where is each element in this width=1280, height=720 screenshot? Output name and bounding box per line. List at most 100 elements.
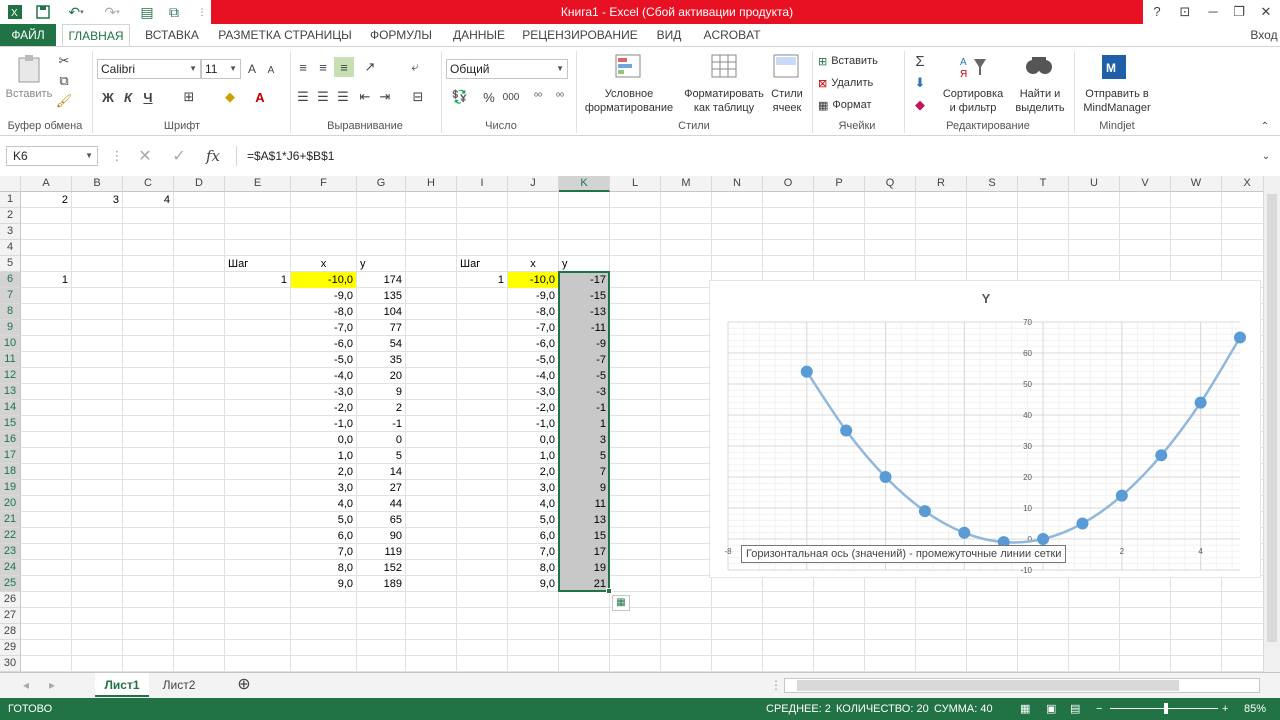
row-header-28[interactable]: 28 <box>0 624 21 640</box>
vertical-scrollbar[interactable] <box>1263 176 1280 672</box>
tab-insert[interactable]: ВСТАВКА <box>138 24 206 46</box>
cell-g6[interactable]: 174 <box>357 272 405 288</box>
scatter-chart[interactable]: Y 70 60 50 40 30 20 10 0 -10 -8 2 4 <box>709 280 1261 578</box>
row-header-4[interactable]: 4 <box>0 240 21 256</box>
paste-icon[interactable] <box>14 53 46 85</box>
cell-f9[interactable]: -7,0 <box>291 320 356 336</box>
column-header-o[interactable]: O <box>763 176 814 192</box>
fill-icon[interactable]: ⬇ <box>910 75 930 91</box>
row-header-24[interactable]: 24 <box>0 560 21 576</box>
cell-a1[interactable]: 2 <box>21 192 71 208</box>
ribbon-display-icon[interactable]: ⊡ <box>1171 0 1199 24</box>
normal-view-icon[interactable]: ▦ <box>1020 698 1030 720</box>
cell-g8[interactable]: 104 <box>357 304 405 320</box>
cell-styles-button[interactable]: Стили ячеек <box>764 87 810 115</box>
name-box[interactable]: K6 ▼ <box>6 146 98 166</box>
font-name-combo[interactable]: Calibri ▼ <box>97 59 201 79</box>
format-as-table-button[interactable]: Форматировать как таблицу <box>684 87 764 115</box>
customize-qat-icon[interactable]: ⋮ <box>196 3 208 21</box>
expand-formula-icon[interactable]: ⌄ <box>1258 148 1274 164</box>
row-header-25[interactable]: 25 <box>0 576 21 592</box>
send-to-mindmanager-button[interactable]: Отправить в MindManager <box>1076 87 1158 115</box>
row-header-19[interactable]: 19 <box>0 480 21 496</box>
cell-g17[interactable]: 5 <box>357 448 405 464</box>
cell-f19[interactable]: 3,0 <box>291 480 356 496</box>
row-header-17[interactable]: 17 <box>0 448 21 464</box>
cell-j13[interactable]: -3,0 <box>508 384 558 400</box>
insert-cells-button[interactable]: ⊞ Вставить <box>818 53 900 69</box>
grow-font-button[interactable]: A <box>244 61 260 77</box>
tab-data[interactable]: ДАННЫЕ <box>446 24 512 46</box>
row-header-13[interactable]: 13 <box>0 384 21 400</box>
column-header-v[interactable]: V <box>1120 176 1171 192</box>
row-header-18[interactable]: 18 <box>0 464 21 480</box>
orientation-icon[interactable]: ↗ <box>358 59 382 75</box>
cell-styles-icon[interactable] <box>772 53 802 81</box>
cell-g25[interactable]: 189 <box>357 576 405 592</box>
cell-g14[interactable]: 2 <box>357 400 405 416</box>
column-header-w[interactable]: W <box>1171 176 1222 192</box>
row-header-23[interactable]: 23 <box>0 544 21 560</box>
row-header-2[interactable]: 2 <box>0 208 21 224</box>
tab-file[interactable]: ФАЙЛ <box>0 24 56 46</box>
cell-f11[interactable]: -5,0 <box>291 352 356 368</box>
save-icon[interactable] <box>34 3 52 21</box>
cell-c1[interactable]: 4 <box>123 192 173 208</box>
fill-color-icon[interactable]: ◆ <box>220 89 240 105</box>
row-header-16[interactable]: 16 <box>0 432 21 448</box>
select-all-corner[interactable] <box>0 176 21 192</box>
cell-f21[interactable]: 5,0 <box>291 512 356 528</box>
italic-button[interactable]: К <box>120 89 136 105</box>
cell-f12[interactable]: -4,0 <box>291 368 356 384</box>
borders-icon[interactable]: ⊞ <box>178 89 200 105</box>
new-sheet-icon[interactable]: ⊕ <box>232 673 256 697</box>
sort-filter-button[interactable]: Сортировка и фильтр <box>940 87 1006 115</box>
cancel-icon[interactable]: ✕ <box>134 148 156 165</box>
cell-f5[interactable]: x <box>291 256 356 272</box>
cell-g16[interactable]: 0 <box>357 432 405 448</box>
cell-f23[interactable]: 7,0 <box>291 544 356 560</box>
align-bottom-icon[interactable]: ≡ <box>334 57 354 77</box>
tab-home[interactable]: ГЛАВНАЯ <box>62 24 130 46</box>
column-header-i[interactable]: I <box>457 176 508 192</box>
row-header-9[interactable]: 9 <box>0 320 21 336</box>
row-header-11[interactable]: 11 <box>0 352 21 368</box>
column-header-b[interactable]: B <box>72 176 123 192</box>
cell-j22[interactable]: 6,0 <box>508 528 558 544</box>
cell-i6[interactable]: 1 <box>457 272 507 288</box>
row-header-5[interactable]: 5 <box>0 256 21 272</box>
cell-g10[interactable]: 54 <box>357 336 405 352</box>
cut-icon[interactable]: ✂ <box>56 53 72 69</box>
cell-f16[interactable]: 0,0 <box>291 432 356 448</box>
format-as-table-icon[interactable] <box>710 53 740 81</box>
column-header-d[interactable]: D <box>174 176 225 192</box>
cell-f8[interactable]: -8,0 <box>291 304 356 320</box>
cell-g19[interactable]: 27 <box>357 480 405 496</box>
cell-f17[interactable]: 1,0 <box>291 448 356 464</box>
cell-j6[interactable]: -10,0 <box>508 272 558 288</box>
redo-icon[interactable]: ↷ ▾ <box>98 3 126 21</box>
copy-icon[interactable]: ⧉ <box>56 73 72 89</box>
decrease-indent-icon[interactable]: ⇤ <box>356 89 374 105</box>
cell-g21[interactable]: 65 <box>357 512 405 528</box>
cell-g12[interactable]: 20 <box>357 368 405 384</box>
tab-review[interactable]: РЕЦЕНЗИРОВАНИЕ <box>520 24 640 46</box>
close-button[interactable]: ✕ <box>1252 0 1280 24</box>
cell-f14[interactable]: -2,0 <box>291 400 356 416</box>
tab-acrobat[interactable]: ACROBAT <box>698 24 766 46</box>
row-header-7[interactable]: 7 <box>0 288 21 304</box>
row-header-10[interactable]: 10 <box>0 336 21 352</box>
column-header-t[interactable]: T <box>1018 176 1069 192</box>
vertical-scroll-thumb[interactable] <box>1267 194 1277 642</box>
wrap-text-icon[interactable]: ⤶ <box>406 59 424 75</box>
tab-formulas[interactable]: ФОРМУЛЫ <box>364 24 438 46</box>
format-cells-button[interactable]: ▦ Формат <box>818 97 900 113</box>
align-center-icon[interactable]: ☰ <box>314 89 332 105</box>
cell-j12[interactable]: -4,0 <box>508 368 558 384</box>
cell-g11[interactable]: 35 <box>357 352 405 368</box>
font-size-combo[interactable]: 11 ▼ <box>201 59 241 79</box>
cell-e5[interactable]: Шаг <box>225 256 290 272</box>
cell-j8[interactable]: -8,0 <box>508 304 558 320</box>
row-header-15[interactable]: 15 <box>0 416 21 432</box>
cell-j9[interactable]: -7,0 <box>508 320 558 336</box>
